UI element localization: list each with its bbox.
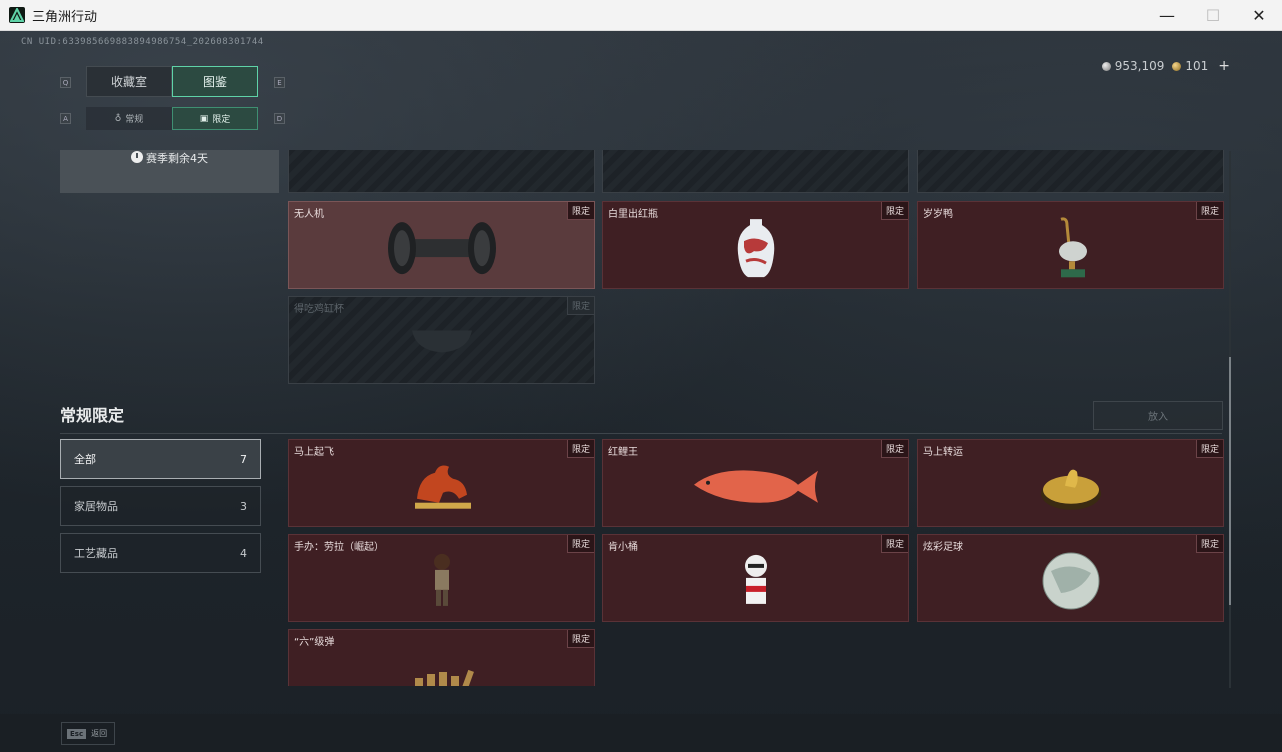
card-name: 无人机: [294, 209, 324, 220]
subtab-regular[interactable]: ♁ 常规: [86, 107, 172, 130]
add-currency-button[interactable]: +: [1218, 58, 1230, 74]
section-title: 常规限定: [60, 406, 125, 425]
minimize-button[interactable]: —: [1144, 0, 1190, 31]
collection-card[interactable]: 马上起飞 限定: [288, 439, 595, 527]
collection-card[interactable]: 马上转运 限定: [917, 439, 1224, 527]
limited-badge: 限定: [566, 440, 594, 458]
image-icon: ▣: [199, 113, 209, 124]
collection-scroll-area[interactable]: 赛季剩余4天 无人机 限定 白里出红瓶 限定 岁岁鸭 限定 得吃鸡缸杯 限定 常…: [0, 150, 1282, 686]
limited-badge: 限定: [566, 630, 594, 648]
card-name: 马上转运: [923, 447, 963, 458]
back-button[interactable]: Esc 返回: [61, 722, 115, 745]
player-uid: CN UID:633985669883894986754_20260830174…: [21, 37, 264, 47]
close-button[interactable]: ✕: [1236, 0, 1282, 31]
limited-badge: 限定: [566, 535, 594, 553]
gold-coin-icon: [1172, 62, 1182, 71]
gold-currency: 101: [1172, 59, 1208, 73]
gold-compass-icon: [1040, 469, 1101, 510]
window-titlebar: 三角洲行动 — ☐ ✕: [0, 0, 1282, 31]
limited-badge: 限定: [880, 535, 908, 553]
collection-card[interactable]: 肯小桶 限定: [602, 534, 909, 622]
collection-card[interactable]: 无人机 限定: [288, 201, 595, 289]
limited-badge: 限定: [566, 202, 594, 220]
card-name: 马上起飞: [294, 447, 334, 458]
kfc-bucket-figure-icon: [744, 554, 767, 604]
collection-card[interactable]: 手办：劳拉（崛起） 限定: [288, 534, 595, 622]
bottom-bar: Esc 返回: [0, 714, 1282, 752]
card-name: “六”级弹: [294, 637, 335, 648]
collection-card[interactable]: 岁岁鸭 限定: [917, 201, 1224, 289]
window-title: 三角洲行动: [32, 9, 98, 25]
collection-card-locked[interactable]: [917, 150, 1224, 193]
key-hint-e: E: [274, 77, 285, 88]
drone-icon: [387, 222, 496, 275]
clock-icon: [131, 151, 143, 163]
collection-card-locked[interactable]: [288, 150, 595, 193]
collection-card[interactable]: 炫彩足球 限定: [917, 534, 1224, 622]
card-name: 红鲤王: [608, 447, 638, 458]
card-name: 肯小桶: [608, 542, 638, 553]
limited-badge: 限定: [880, 202, 908, 220]
red-carp-icon: [693, 470, 818, 503]
main-tabs: 收藏室 图鉴: [86, 66, 258, 97]
game-area: CN UID:633985669883894986754_20260830174…: [0, 31, 1282, 752]
filter-household[interactable]: 家居物品 3: [60, 486, 261, 526]
lara-figure-icon: [433, 553, 450, 606]
place-button[interactable]: 放入: [1093, 401, 1223, 430]
card-name: 岁岁鸭: [923, 209, 953, 220]
tab-collection-room[interactable]: 收藏室: [86, 66, 172, 97]
esc-key-hint: Esc: [67, 728, 87, 739]
horse-statue-icon: [414, 465, 471, 509]
maximize-button[interactable]: ☐: [1190, 0, 1236, 31]
collection-card[interactable]: “六”级弹 限定: [288, 629, 595, 686]
filter-crafts[interactable]: 工艺藏品 4: [60, 533, 261, 573]
filter-all[interactable]: 全部 7: [60, 439, 261, 479]
football-icon: [1042, 552, 1099, 610]
key-hint-d: D: [274, 113, 285, 124]
limited-badge: 限定: [566, 297, 594, 315]
sub-tabs: ♁ 常规 ▣ 限定: [86, 107, 258, 130]
card-name: 手办：劳拉（崛起）: [294, 542, 384, 553]
vase-icon: [737, 219, 774, 278]
filter-count: 3: [240, 499, 247, 513]
bullet-hand-icon: [414, 669, 474, 686]
card-name: 炫彩足球: [923, 542, 963, 553]
app-logo-icon: [9, 7, 25, 23]
bronze-duck-icon: [1058, 217, 1087, 278]
subtab-limited[interactable]: ▣ 限定: [172, 107, 258, 130]
cup-icon: [411, 330, 472, 353]
limited-badge: 限定: [880, 440, 908, 458]
season-timer: 赛季剩余4天: [60, 150, 279, 193]
filter-count: 7: [240, 452, 247, 466]
filter-count: 4: [240, 546, 247, 560]
limited-badge: 限定: [1195, 202, 1223, 220]
scrollbar-thumb[interactable]: [1229, 357, 1231, 605]
key-hint-q: Q: [60, 77, 71, 88]
silver-coin-icon: [1101, 62, 1111, 71]
card-name: 得吃鸡缸杯: [294, 304, 344, 315]
section-divider: [60, 433, 1222, 434]
limited-badge: 限定: [1195, 535, 1223, 553]
collection-card[interactable]: 红鲤王 限定: [602, 439, 909, 527]
collection-card-locked[interactable]: [602, 150, 909, 193]
collection-card-locked[interactable]: 得吃鸡缸杯 限定: [288, 296, 595, 384]
silver-currency: 953,109: [1101, 59, 1164, 73]
tab-catalog[interactable]: 图鉴: [172, 66, 258, 97]
limited-badge: 限定: [1195, 440, 1223, 458]
key-hint-a: A: [60, 113, 71, 124]
flame-icon: ♁: [114, 113, 122, 124]
card-name: 白里出红瓶: [608, 209, 658, 220]
collection-card[interactable]: 白里出红瓶 限定: [602, 201, 909, 289]
currency-bar: 953,109 101 +: [1101, 58, 1230, 74]
